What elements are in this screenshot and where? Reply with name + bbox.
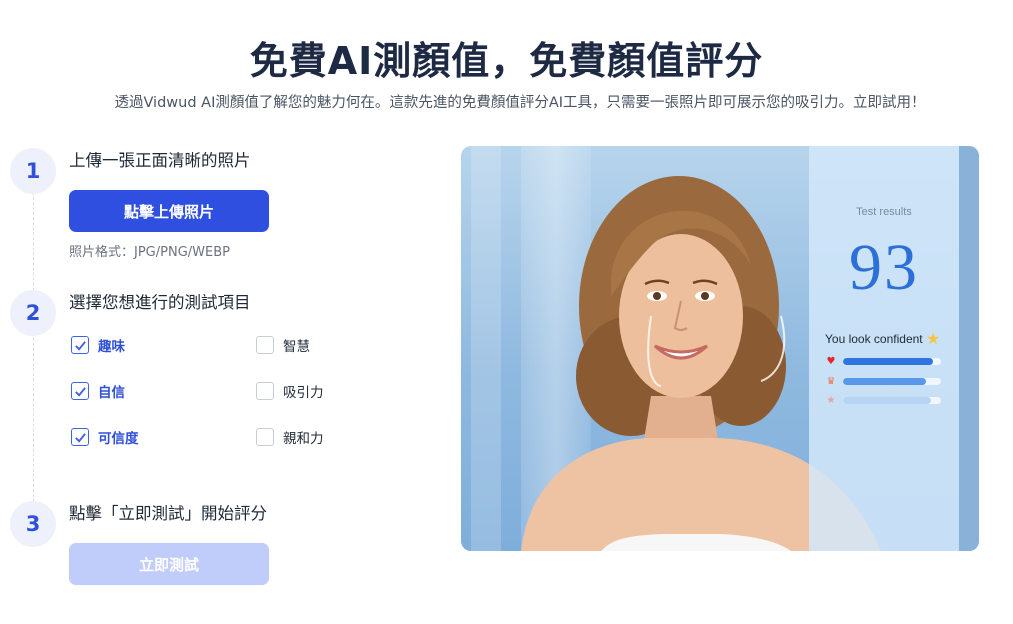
bar-fill (843, 397, 932, 404)
bar-fill (843, 378, 927, 385)
bar-fill (843, 358, 934, 365)
heart-icon: ♥ (826, 356, 836, 367)
page-title: 免費AI測顏值，免費顏值評分 (249, 39, 764, 83)
result-bar: ★ (825, 395, 941, 406)
result-message-text: You look confident (825, 332, 923, 346)
step-2-label: 選擇您想進行的測試項目 (69, 293, 251, 312)
checkbox-icon[interactable] (256, 336, 274, 354)
photo-format-note: 照片格式：JPG/PNG/WEBP (69, 245, 230, 260)
checkbox-checked-icon[interactable] (71, 382, 89, 400)
option-label: 自信 (98, 385, 125, 401)
result-message: You look confident ★ (825, 329, 940, 349)
option-label: 智慧 (283, 339, 310, 355)
step-1-badge: 1 (10, 148, 56, 194)
option-wisdom[interactable]: 智慧 (256, 335, 310, 355)
crown-icon: ♛ (826, 376, 836, 387)
step-3-label: 點擊「立即測試」開始評分 (69, 504, 267, 523)
option-label: 吸引力 (283, 385, 324, 401)
step-1-label: 上傳一張正面清晰的照片 (69, 151, 251, 170)
checkbox-checked-icon[interactable] (71, 336, 89, 354)
star-icon: ★ (826, 395, 836, 406)
option-label: 可信度 (98, 431, 139, 447)
option-fun[interactable]: 趣味 (71, 335, 125, 355)
checkbox-checked-icon[interactable] (71, 428, 89, 446)
option-label: 趣味 (98, 339, 125, 355)
step-2-badge: 2 (10, 290, 56, 336)
option-label: 親和力 (283, 431, 324, 447)
result-bar: ♛ (825, 376, 941, 387)
page-subtitle: 透過Vidwud AI測顏值了解您的魅力何在。這款先進的免費顏值評分AI工具，只… (114, 95, 926, 111)
panel-edge (959, 146, 979, 551)
start-test-button[interactable]: 立即測試 (69, 543, 269, 585)
test-results-label: Test results (856, 206, 912, 218)
demo-result-image: Test results 93 You look confident ★ ♥ ♛… (461, 146, 979, 551)
option-approachability[interactable]: 親和力 (256, 427, 324, 447)
upload-photo-button[interactable]: 點擊上傳照片 (69, 190, 269, 232)
option-attractiveness[interactable]: 吸引力 (256, 381, 324, 401)
step-3-badge: 3 (10, 501, 56, 547)
star-icon: ★ (925, 331, 941, 348)
option-confidence[interactable]: 自信 (71, 381, 125, 401)
checkbox-icon[interactable] (256, 428, 274, 446)
checkbox-icon[interactable] (256, 382, 274, 400)
result-bar: ♥ (825, 356, 941, 367)
steps-connector (33, 192, 34, 512)
option-trustworthiness[interactable]: 可信度 (71, 427, 139, 447)
score-value: 93 (849, 231, 919, 304)
